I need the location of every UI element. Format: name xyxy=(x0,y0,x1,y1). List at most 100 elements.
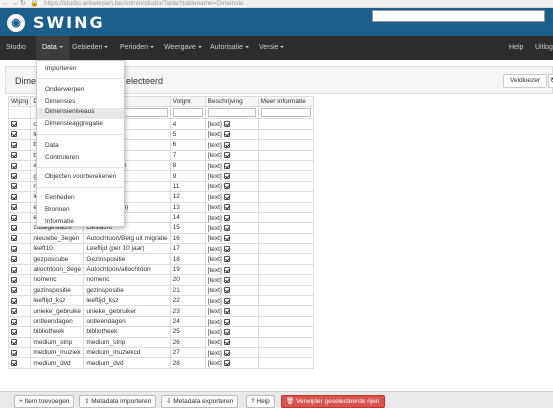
edit-icon[interactable] xyxy=(11,308,17,315)
text-link[interactable]: [text] xyxy=(208,298,222,305)
back-arrow-icon[interactable]: ← xyxy=(2,0,9,8)
text-link[interactable]: [text] xyxy=(208,287,222,294)
filter-input-meer-informatie[interactable] xyxy=(260,108,311,118)
text-link[interactable]: [text] xyxy=(208,339,222,346)
menu-item-informatie[interactable]: Informatie xyxy=(45,218,74,225)
edit-icon[interactable] xyxy=(11,245,17,252)
edit-icon[interactable] xyxy=(11,224,17,231)
export-metadata-button[interactable]: ⇩ Metadata exporteren xyxy=(161,395,239,408)
edit-icon[interactable] xyxy=(11,162,17,169)
col-header-beschrijving[interactable]: Beschrijving xyxy=(204,95,259,108)
edit-icon[interactable] xyxy=(223,360,230,367)
edit-icon[interactable] xyxy=(223,276,230,283)
edit-icon[interactable] xyxy=(223,152,230,159)
browser-url-bar[interactable]: ← → ↻ 🔒 https://studio.antwerpen.be/Admi… xyxy=(0,0,553,8)
edit-icon[interactable] xyxy=(11,349,17,356)
edit-icon[interactable] xyxy=(223,245,230,252)
text-link[interactable]: [text] xyxy=(208,246,222,253)
edit-icon[interactable] xyxy=(223,141,230,148)
text-link[interactable]: [text] xyxy=(208,329,222,336)
menu-item-importeren[interactable]: Importeren xyxy=(45,65,76,72)
menu-item-onderwerpen[interactable]: Onderwerpen xyxy=(45,86,84,93)
menu-item-dimensieaggregatie[interactable]: Dimensieaggregatie xyxy=(45,120,103,127)
nav-versie[interactable]: Versie xyxy=(259,36,285,60)
edit-icon[interactable] xyxy=(11,276,17,283)
col-header-wijzig[interactable]: Wijzig xyxy=(7,95,32,108)
edit-icon[interactable] xyxy=(11,339,17,346)
edit-icon[interactable] xyxy=(223,204,230,211)
filter-input-volgnr[interactable] xyxy=(172,108,203,118)
edit-icon[interactable] xyxy=(11,328,17,335)
text-link[interactable]: [text] xyxy=(208,350,222,357)
edit-icon[interactable] xyxy=(223,308,230,315)
edit-icon[interactable] xyxy=(11,131,17,138)
edit-icon[interactable] xyxy=(223,256,230,263)
text-link[interactable]: [text] xyxy=(208,360,222,367)
edit-icon[interactable] xyxy=(223,287,230,294)
edit-icon[interactable] xyxy=(223,131,230,138)
nav-autorisatie[interactable]: Autorisatie xyxy=(210,36,250,60)
veldkiezer-button[interactable]: Veldkiezer xyxy=(503,74,547,88)
edit-icon[interactable] xyxy=(11,193,17,200)
nav-data[interactable]: Data xyxy=(36,36,69,60)
reload-icon[interactable]: ↻ xyxy=(20,0,26,8)
add-item-button[interactable]: + Item toevoegen xyxy=(14,395,75,408)
text-link[interactable]: [text] xyxy=(208,319,222,326)
import-metadata-button[interactable]: ⇪ Metadata importeren xyxy=(79,395,157,408)
edit-icon[interactable] xyxy=(11,235,17,242)
menu-item-dimensies[interactable]: Dimensies xyxy=(45,98,75,105)
nav-help[interactable]: Help xyxy=(509,36,523,60)
edit-icon[interactable] xyxy=(11,318,17,325)
edit-icon[interactable] xyxy=(223,121,230,128)
text-link[interactable]: [text] xyxy=(208,267,222,274)
menu-item-dimensieniveaus[interactable]: Dimensieniveaus xyxy=(37,108,124,119)
edit-icon[interactable] xyxy=(223,339,230,346)
edit-icon[interactable] xyxy=(223,193,230,200)
menu-item-bronnen[interactable]: Bronnen xyxy=(45,206,70,213)
edit-icon[interactable] xyxy=(223,235,230,242)
text-link[interactable]: [text] xyxy=(208,204,222,211)
menu-item-objecten-voorberekenen[interactable]: Objecten voorberekenen xyxy=(45,173,116,180)
edit-icon[interactable] xyxy=(11,152,17,159)
nav-perioden[interactable]: Perioden xyxy=(120,36,155,60)
edit-icon[interactable] xyxy=(223,349,230,356)
text-link[interactable]: [text] xyxy=(208,225,222,232)
menu-item-data[interactable]: Data xyxy=(45,142,59,149)
text-link[interactable]: [text] xyxy=(208,163,222,170)
edit-icon[interactable] xyxy=(11,183,17,190)
nav-weergave[interactable]: Weergave xyxy=(164,36,202,60)
edit-icon[interactable] xyxy=(11,287,17,294)
text-link[interactable]: [text] xyxy=(208,308,222,315)
filter-input-beschrijving[interactable] xyxy=(207,108,256,118)
edit-icon[interactable] xyxy=(223,328,230,335)
text-link[interactable]: [text] xyxy=(208,256,222,263)
text-link[interactable]: [text] xyxy=(208,194,222,201)
col-header-meer-informatie[interactable]: Meer informatie xyxy=(257,95,314,108)
edit-icon[interactable] xyxy=(11,214,17,221)
edit-icon[interactable] xyxy=(223,224,230,231)
edit-icon[interactable] xyxy=(11,297,17,304)
text-link[interactable]: [text] xyxy=(208,152,222,159)
help-button[interactable]: ? Help xyxy=(246,395,275,408)
edit-icon[interactable] xyxy=(11,256,17,263)
edit-icon[interactable] xyxy=(223,183,230,190)
text-link[interactable]: [text] xyxy=(208,131,222,138)
refresh-icon[interactable]: ↻ xyxy=(548,74,553,88)
edit-icon[interactable] xyxy=(11,141,17,148)
col-header-volgnr[interactable]: Volgnr xyxy=(169,95,206,108)
menu-item-controleren[interactable]: Controleren xyxy=(45,154,79,161)
text-link[interactable]: [text] xyxy=(208,121,222,128)
edit-icon[interactable] xyxy=(11,266,17,273)
search-input[interactable] xyxy=(372,10,545,22)
edit-icon[interactable] xyxy=(11,121,17,128)
delete-selected-rows-button[interactable]: 🗑 Verwijder geselecteerde rijen xyxy=(281,395,385,408)
edit-icon[interactable] xyxy=(223,318,230,325)
edit-icon[interactable] xyxy=(11,204,17,211)
forward-arrow-icon[interactable]: → xyxy=(11,0,18,8)
edit-icon[interactable] xyxy=(223,173,230,180)
text-link[interactable]: [text] xyxy=(208,215,222,222)
edit-icon[interactable] xyxy=(223,214,230,221)
edit-icon[interactable] xyxy=(11,360,17,367)
edit-icon[interactable] xyxy=(11,173,17,180)
text-link[interactable]: [text] xyxy=(208,183,222,190)
